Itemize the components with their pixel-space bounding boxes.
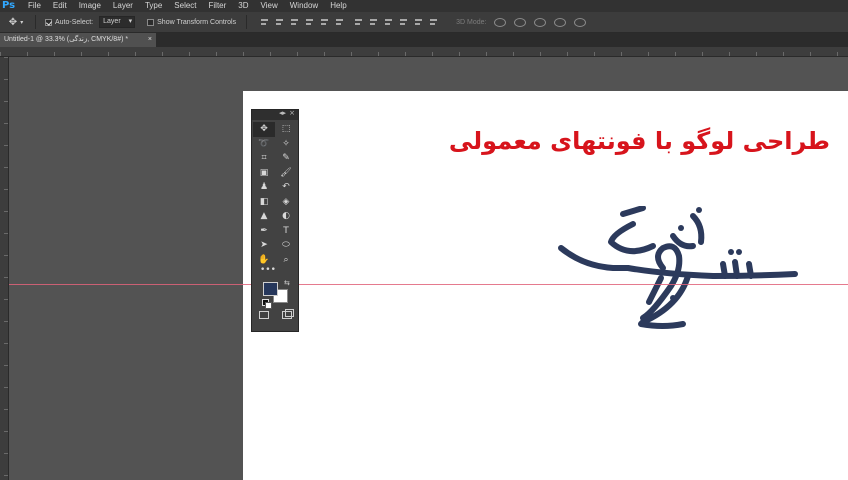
auto-select-target-dropdown[interactable]: Layer [99,16,136,28]
auto-select-label: Auto-Select: [55,18,94,26]
document-tab-bar: Untitled-1 @ 33.3% (زندگی, CMYK/8#) * × [0,33,848,47]
menu-select[interactable]: Select [168,0,202,12]
pen-tool-icon[interactable]: ✒ [253,224,275,239]
3d-scale-icon[interactable] [574,17,587,27]
logo-dot [728,249,734,255]
document-tab[interactable]: Untitled-1 @ 33.3% (زندگی, CMYK/8#) * × [0,33,156,47]
logo-stroke-gaf-bar [620,206,646,217]
lasso-tool-icon[interactable]: ➰ [253,137,275,152]
show-transform-controls-checkbox[interactable]: Show Transform Controls [147,18,237,26]
canvas-headline-text: طراحی لوگو با فونتهای معمولی [448,127,830,155]
distribute-top-icon[interactable] [354,18,363,27]
brush-tool-icon[interactable]: 🖌 [275,166,297,181]
paint-bucket-tool-icon[interactable]: ◈ [275,195,297,210]
healing-brush-tool-icon[interactable]: ▣ [253,166,275,181]
logo-stroke-noon [670,233,696,250]
ellipse-tool-icon[interactable]: ⬭ [275,238,297,253]
horizontal-guide[interactable] [9,284,848,285]
menu-3d[interactable]: 3D [232,0,254,12]
menu-edit[interactable]: Edit [47,0,73,12]
close-icon[interactable]: × [148,33,152,47]
align-vertical-center-icon[interactable] [275,18,284,27]
eraser-tool-icon[interactable]: ◧ [253,195,275,210]
align-right-icon[interactable] [335,18,344,27]
move-tool-icon: ✥ [8,16,18,28]
logo-dot [736,249,742,255]
tool-grid: ✥ ⬚ ➰ ✧ ⌗ ✎ ▣ 🖌 ♟ ↶ ◧ ◈ ▲ ◐ ✒ T ➤ ⬭ ✋ ⌕ [252,120,298,267]
foreground-color-swatch[interactable] [263,282,278,296]
default-colors-icon[interactable] [262,299,272,309]
zoom-tool-icon[interactable]: ⌕ [275,253,297,268]
move-tool-icon[interactable]: ✥ [253,122,275,137]
type-tool-icon[interactable]: T [275,224,297,239]
logo-stroke-zeh [690,213,705,245]
align-buttons [260,18,344,27]
crop-tool-icon[interactable]: ⌗ [253,151,275,166]
logo-stroke-left [558,245,631,271]
tool-preset-picker[interactable]: ✥ ▾ [0,17,32,28]
more-tools-icon[interactable]: ••• [252,266,298,277]
distribute-vertical-center-icon[interactable] [369,18,378,27]
screen-mode-icon[interactable] [281,309,294,319]
distribute-left-icon[interactable] [399,18,408,27]
logo-stroke-gaf [608,221,656,255]
3d-slide-icon[interactable] [554,17,567,27]
history-brush-tool-icon[interactable]: ↶ [275,180,297,195]
show-transform-controls-label: Show Transform Controls [157,18,237,26]
align-horizontal-center-icon[interactable] [320,18,329,27]
magic-wand-tool-icon[interactable]: ✧ [275,137,297,152]
eyedropper-tool-icon[interactable]: ✎ [275,151,297,166]
swap-colors-icon[interactable]: ⇆ [284,279,290,287]
document-tab-title: Untitled-1 @ 33.3% (زندگی, CMYK/8#) * [4,36,129,43]
mode-buttons [252,309,298,319]
divider [246,15,248,29]
divider [35,15,36,29]
3d-pan-icon[interactable] [534,17,547,27]
menu-bar: Ps File Edit Image Layer Type Select Fil… [0,0,848,12]
logo-stroke-base [625,265,798,279]
clone-stamp-tool-icon[interactable]: ♟ [253,180,275,195]
align-bottom-icon[interactable] [290,18,299,27]
logo-artwork [558,206,798,329]
logo-dot [696,207,702,213]
menu-filter[interactable]: Filter [203,0,233,12]
path-selection-tool-icon[interactable]: ➤ [253,238,275,253]
3d-rotate-icon[interactable] [494,17,507,27]
3d-roll-icon[interactable] [514,17,527,27]
options-bar: ✥ ▾ Auto-Select: Layer Show Transform Co… [0,12,848,33]
chevron-down-icon: ▾ [20,19,24,26]
tools-panel: ◂▸ × ✥ ⬚ ➰ ✧ ⌗ ✎ ▣ 🖌 ♟ ↶ ◧ ◈ ▲ ◐ ✒ T ➤ ⬭ ✋ ⌕ ••• ⇆ [251,109,299,332]
menu-window[interactable]: Window [284,0,324,12]
collapse-icon[interactable]: ◂▸ [279,109,286,117]
align-top-icon[interactable] [260,18,269,27]
document-canvas[interactable]: طراحی لوگو با فونتهای معمولی [243,91,848,480]
horizontal-ruler[interactable] [0,47,848,57]
sharpen-tool-icon[interactable]: ▲ [253,209,275,224]
menu-view[interactable]: View [255,0,284,12]
menu-image[interactable]: Image [73,0,107,12]
logo-dot [678,225,684,231]
menu-layer[interactable]: Layer [107,0,139,12]
vertical-ruler[interactable] [0,57,9,480]
dodge-tool-icon[interactable]: ◐ [275,209,297,224]
distribute-buttons [354,18,438,27]
photoshop-logo: Ps [2,0,16,11]
align-left-icon[interactable] [305,18,314,27]
logo-dot [670,295,676,301]
3d-mode-label: 3D Mode: [456,18,487,26]
auto-select-check-box[interactable] [45,18,52,26]
color-swatches: ⇆ [252,279,298,309]
marquee-tool-icon[interactable]: ⬚ [275,122,297,137]
close-icon[interactable]: × [289,109,295,117]
auto-select-checkbox[interactable]: Auto-Select: [45,18,94,26]
distribute-horizontal-center-icon[interactable] [414,18,423,27]
quick-mask-icon[interactable] [258,311,269,319]
transform-controls-check-box[interactable] [147,18,155,26]
distribute-right-icon[interactable] [429,18,438,27]
distribute-bottom-icon[interactable] [384,18,393,27]
menu-file[interactable]: File [22,0,47,12]
tools-panel-header[interactable]: ◂▸ × [252,109,298,120]
menu-help[interactable]: Help [324,0,352,12]
menu-type[interactable]: Type [139,0,168,12]
